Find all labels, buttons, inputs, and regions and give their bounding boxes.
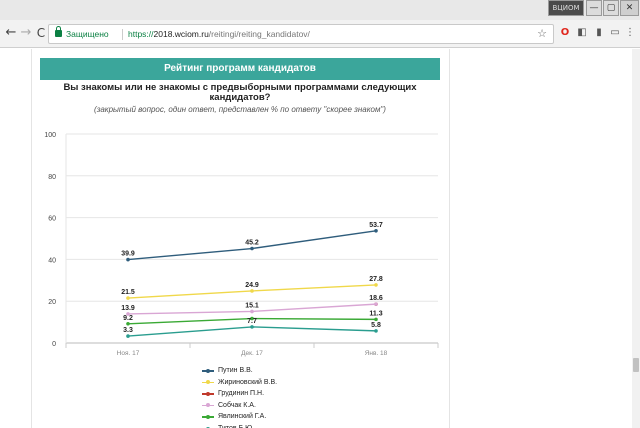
opera-extension-icon[interactable]: O: [559, 27, 571, 39]
data-point: [374, 317, 378, 322]
legend-marker: [206, 403, 210, 408]
window-user-badge[interactable]: ВЦИОМ: [548, 0, 584, 16]
legend-marker: [206, 414, 210, 419]
data-label: 53.7: [369, 222, 383, 229]
browser-toolbar: ← → C Защищено https://2018.wciom.ru/rei…: [0, 20, 640, 48]
data-label: 13.9: [121, 305, 135, 312]
chart-subtitle: (закрытый вопрос, один ответ, представле…: [94, 105, 386, 114]
y-tick-label: 60: [48, 216, 56, 223]
url-host: 2018.wciom.ru: [153, 29, 209, 39]
browser-menu-icon[interactable]: ⋮: [624, 27, 636, 39]
back-arrow-icon[interactable]: ←: [3, 24, 19, 42]
legend-marker: [206, 368, 210, 373]
y-tick-label: 20: [48, 299, 56, 306]
data-point: [126, 296, 130, 300]
data-point: [374, 283, 378, 287]
data-label: 11.3: [369, 310, 382, 317]
url-text[interactable]: https://2018.wciom.ru/reitingi/reiting_k…: [128, 25, 310, 43]
chart-legend: Путин В.В. Жириновский В.В. Грудинин П.Н. С…: [202, 365, 277, 428]
legend-item[interactable]: Жириновский В.В.: [202, 377, 277, 389]
legend-item[interactable]: Путин В.В.: [202, 365, 277, 377]
data-label: 27.8: [369, 276, 383, 283]
y-tick-label: 100: [44, 132, 56, 139]
extension-icon[interactable]: ▮: [593, 27, 605, 39]
legend-marker: [206, 391, 210, 396]
cast-icon[interactable]: ▭: [609, 27, 621, 39]
legend-item[interactable]: Явлинский Г.А.: [202, 411, 277, 423]
data-label: 45.2: [245, 240, 259, 247]
legend-marker: [206, 380, 210, 385]
y-tick-label: 80: [48, 174, 56, 181]
data-label: 21.5: [121, 289, 135, 296]
data-label: 3.3: [123, 327, 133, 334]
data-label: 18.6: [369, 295, 383, 302]
address-bar[interactable]: Защищено https://2018.wciom.ru/reitingi/…: [48, 24, 554, 44]
data-point: [250, 246, 254, 251]
y-tick-label: 0: [52, 341, 56, 348]
bookmark-star-icon[interactable]: ☆: [537, 25, 547, 43]
data-label: 39.9: [121, 251, 135, 258]
data-point: [126, 321, 130, 326]
data-point: [250, 289, 254, 293]
data-point: [374, 302, 378, 306]
y-tick-label: 40: [48, 257, 56, 264]
close-window-button[interactable]: ✕: [620, 0, 639, 16]
data-label: 5.8: [371, 322, 381, 329]
reload-icon[interactable]: C: [33, 24, 49, 42]
forward-arrow-icon[interactable]: →: [18, 24, 34, 42]
lock-icon: [55, 26, 62, 37]
data-point: [250, 325, 254, 329]
legend-item[interactable]: Грудинин П.Н.: [202, 388, 277, 400]
data-label: 15.1: [245, 302, 259, 309]
page-scrollbar[interactable]: [632, 49, 640, 428]
legend-label: Явлинский Г.А.: [218, 413, 267, 421]
data-point: [250, 309, 254, 314]
data-label: 24.9: [245, 282, 259, 289]
line-chart: 0 20 40 60 80 100 Ноя. 17 Дек. 17 Янв. 18 39.9 45.…: [44, 132, 439, 357]
x-tick-label: Ноя. 17: [117, 350, 140, 357]
chart-header-banner: Рейтинг программ кандидатов: [40, 58, 440, 80]
chart-title: Вы знакомы или не знакомы с предвыборным…: [63, 82, 417, 103]
data-label: 9.2: [123, 315, 133, 322]
legend-label: Путин В.В.: [218, 367, 253, 374]
data-point: [374, 329, 378, 333]
legend-label: Собчак К.А.: [218, 401, 256, 409]
legend-item[interactable]: Титов Б.Ю.: [202, 423, 277, 428]
secure-label[interactable]: Защищено: [66, 25, 109, 43]
scrollbar-thumb[interactable]: [633, 358, 639, 372]
data-point: [126, 257, 130, 262]
x-tick-label: Янв. 18: [365, 350, 388, 357]
x-tick-label: Дек. 17: [241, 350, 263, 357]
legend-label: Грудинин П.Н.: [218, 390, 265, 398]
url-protocol: https://: [128, 29, 154, 39]
data-point: [126, 334, 130, 338]
url-path: /reitingi/reiting_kandidatov/: [208, 29, 310, 39]
data-label: 7.7: [247, 318, 257, 325]
maximize-button[interactable]: ▢: [603, 0, 619, 16]
legend-label: Жириновский В.В.: [218, 378, 278, 386]
minimize-button[interactable]: —: [586, 0, 602, 16]
address-separator: [122, 29, 123, 40]
page-content: Рейтинг программ кандидатов Вы знакомы и…: [0, 49, 640, 428]
window-titlebar: ВЦИОМ — ▢ ✕: [0, 0, 640, 20]
data-point: [374, 228, 378, 233]
extension-icon[interactable]: ◧: [576, 27, 588, 39]
legend-item[interactable]: Собчак К.А.: [202, 400, 277, 412]
